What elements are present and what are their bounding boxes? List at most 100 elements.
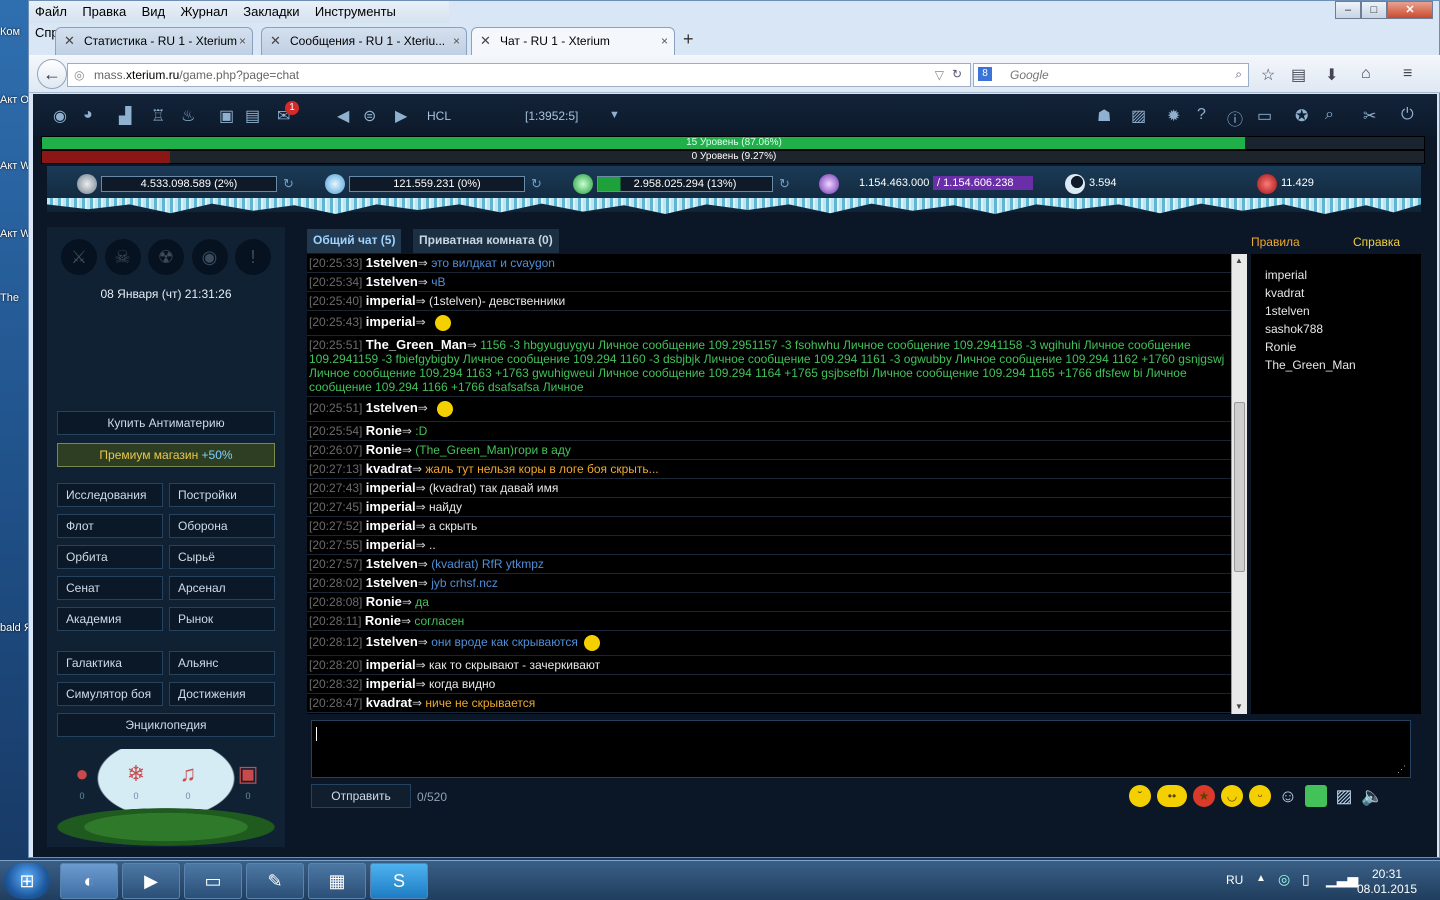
- media-player-icon[interactable]: ▶: [122, 863, 180, 899]
- gear-icon[interactable]: ✹: [1167, 106, 1180, 126]
- message-author[interactable]: kvadrat: [366, 695, 412, 710]
- message-input[interactable]: ⋰: [311, 720, 1411, 778]
- menu-view[interactable]: Вид: [136, 1, 172, 22]
- chevron-down-icon[interactable]: ▼: [609, 109, 620, 121]
- dropdown-icon[interactable]: ▽: [935, 68, 944, 82]
- stats-icon[interactable]: ▟: [119, 106, 131, 126]
- desktop-icon[interactable]: The: [0, 292, 30, 305]
- message-author[interactable]: 1stelven: [366, 255, 418, 270]
- menu-orbit[interactable]: Орбита: [57, 545, 163, 569]
- menu-buildings[interactable]: Постройки: [169, 483, 275, 507]
- color-picker-icon[interactable]: [1305, 785, 1327, 807]
- menu-tools[interactable]: Инструменты: [309, 1, 402, 22]
- eye-icon[interactable]: ◉: [53, 106, 67, 126]
- menu-fleet[interactable]: Флот: [57, 514, 163, 538]
- menu-resources[interactable]: Сырьё: [169, 545, 275, 569]
- message-author[interactable]: imperial: [366, 676, 416, 691]
- message-author[interactable]: Ronie: [366, 442, 402, 457]
- power-icon[interactable]: ⏻: [1401, 106, 1414, 124]
- scroll-down-icon[interactable]: ▼: [1235, 702, 1243, 711]
- eye-icon[interactable]: ◉: [191, 239, 228, 275]
- chat-scrollbar[interactable]: ▲ ▼: [1231, 254, 1247, 714]
- close-window-button[interactable]: ✕: [1387, 1, 1433, 19]
- screen-icon[interactable]: ▭: [1257, 106, 1272, 126]
- smiley-group-icon[interactable]: ••: [1157, 785, 1187, 807]
- tab-private-room[interactable]: Приватная комната (0): [413, 229, 559, 253]
- planet-list-icon[interactable]: ⊜: [363, 106, 376, 126]
- network-icon[interactable]: ▁▃▅: [1326, 871, 1358, 888]
- start-button[interactable]: ⊞: [4, 863, 50, 899]
- image-icon[interactable]: ▨: [1333, 785, 1355, 807]
- desktop-icon[interactable]: Акт Wir: [0, 228, 30, 241]
- menu-achievements[interactable]: Достижения: [169, 682, 275, 706]
- alliance-icon[interactable]: ☗: [1097, 106, 1111, 126]
- radiation-icon[interactable]: ☢: [148, 239, 184, 275]
- menu-galaxy[interactable]: Галактика: [57, 651, 163, 675]
- back-button[interactable]: ←: [37, 59, 67, 89]
- menu-battle-sim[interactable]: Симулятор боя: [57, 682, 163, 706]
- mute-sound-icon[interactable]: 🔈: [1361, 785, 1383, 807]
- menu-hamburger-icon[interactable]: ≡: [1403, 65, 1412, 83]
- message-author[interactable]: The_Green_Man: [366, 337, 467, 352]
- message-author[interactable]: 1stelven: [366, 274, 418, 289]
- online-user[interactable]: sashok788: [1265, 320, 1407, 338]
- menu-alliance[interactable]: Альянс: [169, 651, 275, 675]
- menu-bookmarks[interactable]: Закладки: [237, 1, 305, 22]
- trophy-icon[interactable]: ♖: [151, 106, 165, 126]
- message-author[interactable]: imperial: [366, 537, 416, 552]
- resize-grip-icon[interactable]: ⋰: [1397, 764, 1406, 775]
- notes-icon[interactable]: ▨: [1131, 106, 1146, 126]
- search-input[interactable]: 8 Google ⌕: [973, 63, 1249, 87]
- tab-messages[interactable]: ✕ Сообщения - RU 1 - Xteriu... ×: [261, 27, 467, 55]
- online-user[interactable]: The_Green_Man: [1265, 356, 1407, 374]
- tray-app-icon[interactable]: ◎: [1278, 871, 1290, 888]
- next-planet-icon[interactable]: ▶: [395, 106, 407, 126]
- planet-icon[interactable]: ◕: [83, 106, 93, 124]
- tray-expand-icon[interactable]: ▲: [1256, 873, 1266, 884]
- message-author[interactable]: 1stelven: [366, 400, 418, 415]
- smiley-outline-icon[interactable]: ☺: [1277, 785, 1299, 807]
- tools-icon[interactable]: ✂: [1363, 106, 1376, 126]
- refresh-icon[interactable]: ↻: [283, 176, 294, 192]
- home-icon[interactable]: ⌂: [1361, 65, 1371, 83]
- firefox-icon[interactable]: ◐: [60, 863, 118, 899]
- help-link[interactable]: Справка: [1353, 235, 1400, 249]
- google-icon[interactable]: 8: [978, 67, 992, 81]
- planet-name[interactable]: HCL: [427, 109, 451, 123]
- smiley-hat-icon[interactable]: ᵕ: [1249, 785, 1271, 807]
- snowflake-icon[interactable]: ❄: [121, 761, 151, 791]
- online-user[interactable]: imperial: [1265, 266, 1407, 284]
- close-tab-icon[interactable]: ×: [239, 34, 246, 48]
- search-icon[interactable]: ⌕: [1235, 67, 1242, 82]
- message-author[interactable]: imperial: [366, 499, 416, 514]
- new-tab-button[interactable]: +: [683, 29, 694, 50]
- paint-icon[interactable]: ✎: [246, 863, 304, 899]
- message-author[interactable]: imperial: [366, 314, 416, 329]
- tab-general-chat[interactable]: Общий чат (5): [307, 229, 402, 253]
- menu-arsenal[interactable]: Арсенал: [169, 576, 275, 600]
- buy-antimatter-button[interactable]: Купить Антиматерию: [57, 411, 275, 435]
- maximize-button[interactable]: □: [1361, 1, 1387, 19]
- message-author[interactable]: kvadrat: [366, 461, 412, 476]
- language-indicator[interactable]: RU: [1226, 873, 1243, 887]
- alert-icon[interactable]: !: [235, 239, 271, 275]
- media-classic-icon[interactable]: ▦: [308, 863, 366, 899]
- bookmark-star-icon[interactable]: ☆: [1261, 65, 1275, 85]
- search-icon[interactable]: ⌕: [1325, 106, 1334, 124]
- smiley-sleepy-icon[interactable]: ˘: [1129, 785, 1151, 807]
- medal-icon[interactable]: ♨: [181, 106, 195, 126]
- online-user[interactable]: Ronie: [1265, 338, 1407, 356]
- menu-market[interactable]: Рынок: [169, 607, 275, 631]
- skype-icon[interactable]: S: [370, 863, 428, 899]
- refresh-icon[interactable]: ↻: [779, 176, 790, 192]
- menu-file[interactable]: Файл: [29, 1, 73, 22]
- bug-icon[interactable]: ☠: [104, 239, 141, 275]
- message-author[interactable]: imperial: [366, 293, 416, 308]
- desktop-icon[interactable]: Ком: [0, 26, 30, 39]
- online-user[interactable]: kvadrat: [1265, 284, 1407, 302]
- menu-senate[interactable]: Сенат: [57, 576, 163, 600]
- info-icon[interactable]: ⓘ: [1227, 106, 1243, 130]
- desktop-icon[interactable]: Акт Offi: [0, 94, 30, 107]
- planet-coords[interactable]: [1:3952:5]: [525, 109, 578, 123]
- message-author[interactable]: Ronie: [365, 613, 401, 628]
